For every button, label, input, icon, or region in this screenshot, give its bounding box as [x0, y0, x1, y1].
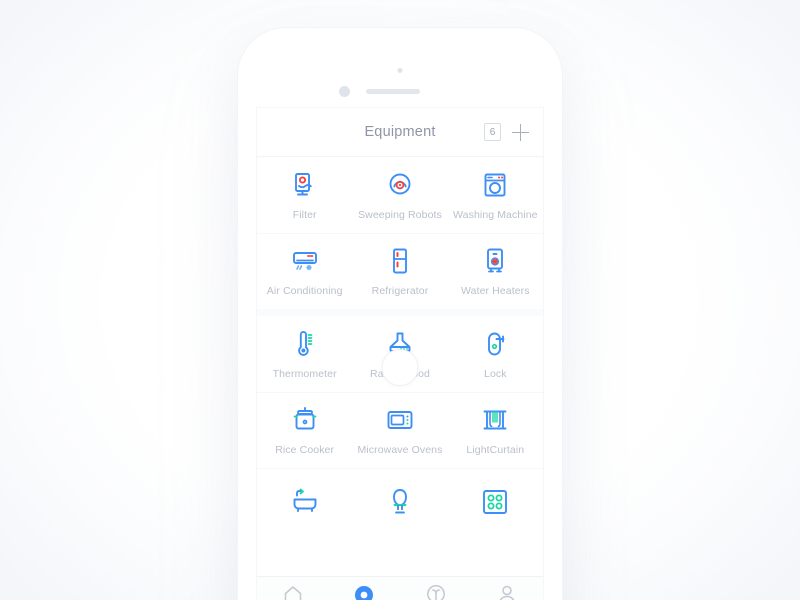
refrigerator-icon: [385, 246, 415, 276]
device-cell-refrigerator[interactable]: Refrigerator: [352, 234, 447, 309]
device-cell-bathtub[interactable]: [257, 469, 352, 544]
microwave-oven-icon: [385, 405, 415, 435]
device-cell-thermometer[interactable]: Thermometer: [257, 316, 352, 392]
volume-up-button[interactable]: [234, 168, 238, 216]
device-row: Rice Cooker Microwave Ovens LightCurtain: [257, 392, 543, 468]
device-label: Sweeping Robots: [358, 208, 442, 221]
device-cell-air-conditioning[interactable]: Air Conditioning: [257, 234, 352, 309]
phone-screen: Equipment 6 Filter Sweeping Robots Washi…: [256, 107, 544, 600]
device-label: Washing Machine: [453, 208, 538, 221]
light-curtain-icon: [480, 405, 510, 435]
equipment-icon: [353, 584, 375, 600]
device-row: Air Conditioning Refrigerator Water Heat…: [257, 233, 543, 309]
device-cell-lock[interactable]: Lock: [448, 316, 543, 392]
device-cell-microwave-ovens[interactable]: Microwave Ovens: [352, 393, 447, 468]
tab-home[interactable]: Home: [257, 577, 329, 600]
power-button[interactable]: [562, 196, 566, 272]
device-label: Air Conditioning: [266, 285, 343, 297]
device-label: Filter: [292, 208, 317, 221]
device-cell-water-heaters[interactable]: Water Heaters: [448, 234, 543, 309]
rice-cooker-icon: [290, 405, 320, 435]
tab-equipment[interactable]: Equipment: [329, 577, 401, 600]
phone-frame: Equipment 6 Filter Sweeping Robots Washi…: [234, 28, 566, 600]
device-label: Microwave Ovens: [357, 444, 443, 456]
add-device-button[interactable]: [512, 123, 529, 141]
device-label: Rice Cooker: [275, 444, 335, 456]
pull-to-refresh-spinner: [381, 349, 419, 386]
volume-down-button[interactable]: [234, 228, 238, 276]
door-lock-icon: [480, 329, 510, 359]
device-cell-cooktop[interactable]: [448, 469, 543, 544]
device-cell-sweeping-robots[interactable]: Sweeping Robots: [352, 157, 447, 233]
device-count-badge: 6: [484, 123, 501, 141]
page-title: Equipment: [364, 124, 436, 140]
device-row: Filter Sweeping Robots Washing Machine: [257, 157, 543, 233]
silent-switch-button[interactable]: [234, 124, 238, 150]
tab-my[interactable]: My: [472, 577, 544, 600]
device-row: [257, 468, 543, 544]
front-camera-icon: [339, 86, 350, 97]
scene-icon: [425, 584, 447, 600]
bathtub-icon: [290, 487, 320, 517]
thermometer-icon: [290, 329, 320, 359]
device-cell-toilet[interactable]: [352, 469, 447, 544]
device-label: Water Heaters: [461, 285, 530, 297]
air-purifier-icon: [290, 170, 320, 200]
header-actions: 6: [484, 123, 529, 141]
washing-machine-icon: [480, 170, 510, 200]
device-cell-lightcurtain[interactable]: LightCurtain: [448, 393, 543, 468]
phone-top-hardware: [238, 68, 562, 112]
cooktop-icon: [480, 487, 510, 517]
bottom-tab-bar: Home Equipment: [257, 576, 543, 600]
air-conditioner-icon: [290, 246, 320, 276]
device-label: LightCurtain: [466, 444, 525, 456]
device-cell-rice-cooker[interactable]: Rice Cooker: [257, 393, 352, 468]
water-heater-icon: [480, 246, 510, 276]
device-section: Filter Sweeping Robots Washing Machine A…: [257, 157, 543, 309]
device-cell-washing-machine[interactable]: Washing Machine: [448, 157, 543, 233]
device-section: Thermometer Range Hood: [257, 309, 543, 544]
app-header: Equipment 6: [257, 108, 543, 157]
tab-scene[interactable]: Scene: [400, 577, 472, 600]
home-icon: [282, 584, 304, 600]
earpiece-speaker-icon: [366, 89, 420, 94]
device-cell-filter[interactable]: Filter: [257, 157, 352, 233]
user-icon: [496, 584, 518, 600]
device-label: Refrigerator: [371, 285, 429, 297]
toilet-icon: [385, 487, 415, 517]
robot-vacuum-icon: [385, 170, 415, 200]
device-label: Lock: [484, 367, 507, 380]
proximity-sensor-icon: [397, 68, 403, 73]
device-label: Thermometer: [272, 367, 337, 380]
